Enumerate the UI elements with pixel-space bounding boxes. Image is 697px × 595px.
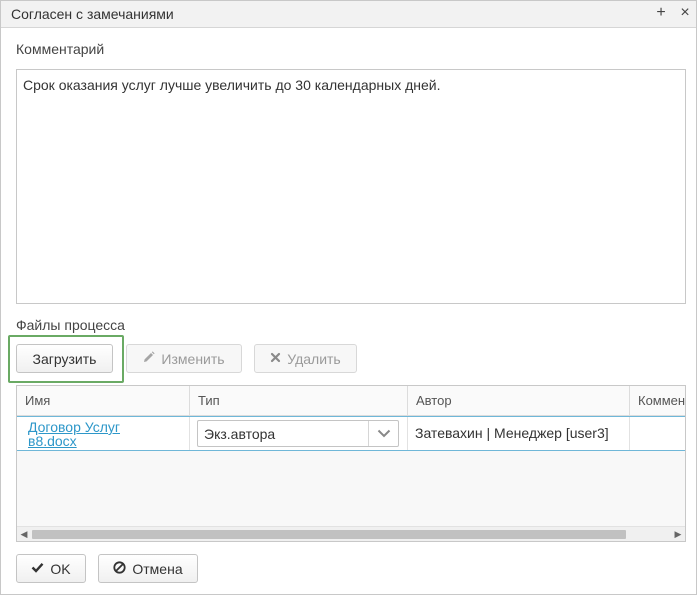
files-table: Имя Тип Автор Коммен Договор Услуг в8.do… <box>16 385 686 542</box>
cell-author: Затевахин | Менеджер [user3] <box>408 417 630 450</box>
scroll-left-icon[interactable]: ◀ <box>18 528 30 540</box>
cancel-button-label: Отмена <box>132 560 183 577</box>
upload-button-label: Загрузить <box>32 350 97 367</box>
dialog-titlebar[interactable]: Согласен с замечаниями + × <box>1 1 696 28</box>
ok-button-label: OK <box>50 560 71 577</box>
cell-type: Экз.автора <box>190 417 408 450</box>
dialog-window: Согласен с замечаниями + × Комментарий С… <box>0 0 697 595</box>
file-link[interactable]: Договор Услуг <box>28 420 189 434</box>
table-row[interactable]: Договор Услуг в8.docx Экз.автора Затевах… <box>17 416 685 451</box>
edit-button-label: Изменить <box>161 350 225 367</box>
column-header-name[interactable]: Имя <box>17 386 190 416</box>
column-header-comment[interactable]: Коммен <box>630 386 685 416</box>
files-label: Файлы процесса <box>16 317 125 333</box>
comment-textarea[interactable]: Срок оказания услуг лучше увеличить до 3… <box>16 69 686 304</box>
horizontal-scrollbar[interactable]: ◀ ▶ <box>17 526 685 541</box>
cancel-button[interactable]: Отмена <box>98 554 198 583</box>
dialog-title: Согласен с замечаниями <box>11 6 174 22</box>
check-icon <box>31 561 44 576</box>
file-link-line2[interactable]: в8.docx <box>28 434 189 448</box>
delete-button-label: Удалить <box>287 350 341 367</box>
cell-comment <box>630 417 685 450</box>
pencil-icon <box>143 351 156 366</box>
comment-label: Комментарий <box>16 41 105 57</box>
scroll-right-icon[interactable]: ▶ <box>672 528 684 540</box>
cross-icon <box>270 351 281 366</box>
scrollbar-thumb[interactable] <box>32 530 626 539</box>
chevron-down-icon[interactable] <box>368 421 398 446</box>
column-header-type[interactable]: Тип <box>190 386 408 416</box>
no-entry-icon <box>113 560 126 577</box>
close-button[interactable]: × <box>676 4 694 22</box>
edit-button[interactable]: Изменить <box>126 344 242 373</box>
upload-button[interactable]: Загрузить <box>16 344 113 373</box>
maximize-button[interactable]: + <box>652 4 670 22</box>
files-table-header: Имя Тип Автор Коммен <box>17 386 685 416</box>
type-select-value: Экз.автора <box>204 426 276 442</box>
column-header-author[interactable]: Автор <box>408 386 630 416</box>
cell-name: Договор Услуг в8.docx <box>17 417 190 450</box>
type-select[interactable]: Экз.автора <box>197 420 399 447</box>
ok-button[interactable]: OK <box>16 554 86 583</box>
delete-button[interactable]: Удалить <box>254 344 357 373</box>
